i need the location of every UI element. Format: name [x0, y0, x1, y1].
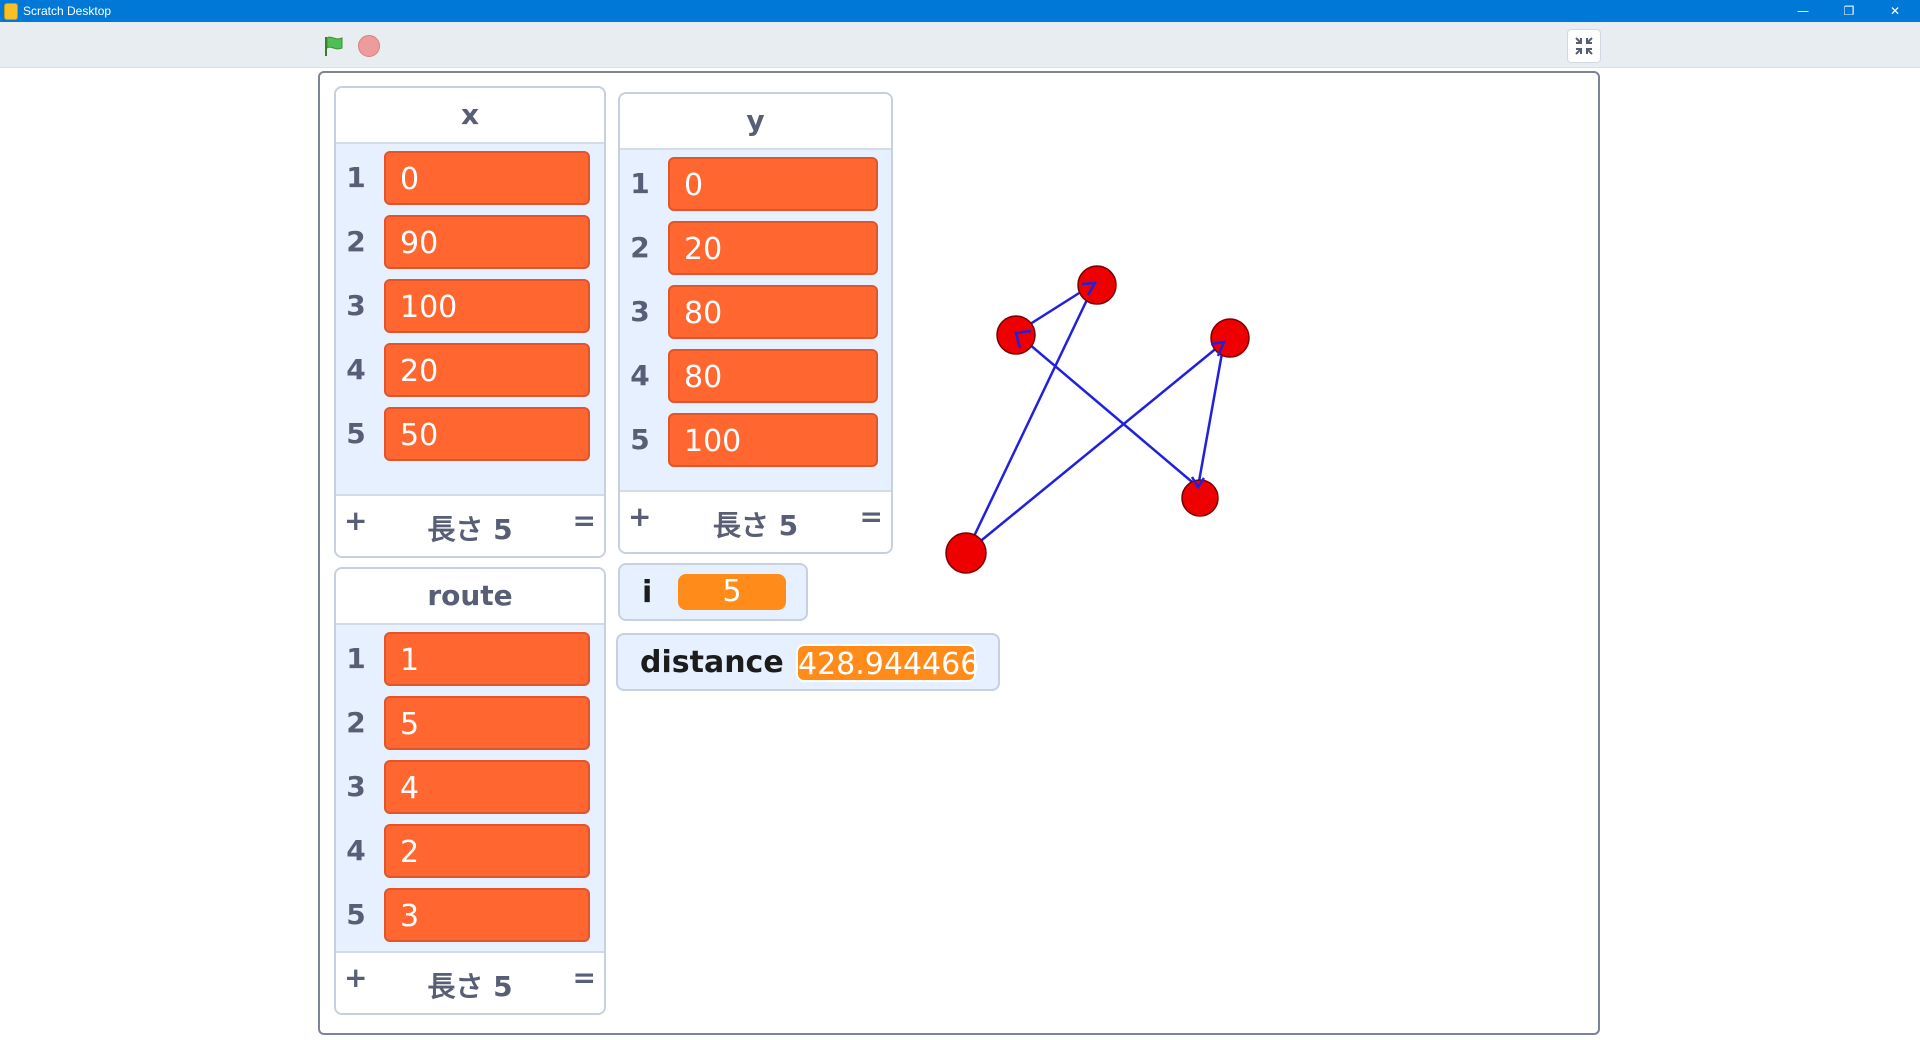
stage[interactable]: x 1 0 2 90 3 100 4 20 5 50 + 長さ 5 = y 1 … — [318, 71, 1600, 1035]
list-item-index: 2 — [630, 231, 650, 264]
list-item-value[interactable]: 80 — [668, 349, 878, 403]
point-5 — [1210, 318, 1250, 358]
list-item-index: 2 — [346, 225, 366, 258]
list-item[interactable]: 5 50 — [336, 404, 604, 468]
resize-handle[interactable]: = — [573, 961, 596, 994]
window-title: Scratch Desktop — [23, 4, 112, 18]
list-item[interactable]: 4 2 — [336, 821, 604, 885]
variable-value: 5 — [678, 574, 786, 610]
list-footer: + 長さ 5 = — [620, 490, 891, 552]
list-item-index: 1 — [630, 167, 650, 200]
list-item-index: 5 — [346, 417, 366, 450]
route-segment-5-4 — [1196, 341, 1226, 488]
list-item-index: 2 — [346, 706, 366, 739]
list-item-index: 1 — [346, 161, 366, 194]
resize-handle[interactable]: = — [860, 500, 883, 533]
list-item-value[interactable]: 90 — [384, 215, 590, 269]
stage-controls-bar — [0, 22, 1920, 68]
list-item-value[interactable]: 20 — [384, 343, 590, 397]
list-item[interactable]: 1 0 — [620, 154, 891, 218]
list-footer: + 長さ 5 = — [336, 951, 604, 1013]
list-item[interactable]: 3 4 — [336, 757, 604, 821]
list-item-value[interactable]: 3 — [384, 888, 590, 942]
list-item-value[interactable]: 0 — [384, 151, 590, 205]
list-item[interactable]: 3 100 — [336, 276, 604, 340]
list-item-index: 3 — [630, 295, 650, 328]
list-item-index: 3 — [346, 289, 366, 322]
list-item[interactable]: 2 5 — [336, 693, 604, 757]
list-monitor-route[interactable]: route 1 1 2 5 3 4 4 2 5 3 + 長さ 5 = — [334, 567, 606, 1015]
list-item-value[interactable]: 4 — [384, 760, 590, 814]
scratch-cat-icon — [4, 3, 18, 20]
list-item[interactable]: 5 3 — [336, 885, 604, 949]
list-title: route — [336, 569, 604, 625]
variable-monitor-i[interactable]: i 5 — [618, 563, 808, 621]
list-item[interactable]: 1 0 — [336, 148, 604, 212]
route-segment-1-5 — [965, 341, 1225, 554]
list-item-value[interactable]: 5 — [384, 696, 590, 750]
list-item[interactable]: 4 20 — [336, 340, 604, 404]
list-item-value[interactable]: 80 — [668, 285, 878, 339]
list-item-value[interactable]: 50 — [384, 407, 590, 461]
stop-sign-icon[interactable] — [358, 35, 380, 57]
list-item-value[interactable]: 0 — [668, 157, 878, 211]
list-item-index: 4 — [346, 353, 366, 386]
restore-icon[interactable]: ❐ — [1826, 0, 1872, 22]
window-titlebar: Scratch Desktop — ❐ ✕ — [0, 0, 1920, 22]
list-length: 長さ 5 — [427, 513, 513, 546]
list-item-value[interactable]: 20 — [668, 221, 878, 275]
list-monitor-x[interactable]: x 1 0 2 90 3 100 4 20 5 50 + 長さ 5 = — [334, 86, 606, 558]
list-items: 1 1 2 5 3 4 4 2 5 3 — [336, 625, 604, 949]
route-segment-4-2 — [1015, 332, 1199, 488]
variable-label: i — [642, 575, 653, 610]
variable-monitor-distance[interactable]: distance 428.944466 — [616, 633, 1000, 691]
list-item-value[interactable]: 100 — [384, 279, 590, 333]
list-item-index: 4 — [346, 834, 366, 867]
minimize-icon[interactable]: — — [1780, 0, 1826, 22]
list-monitor-y[interactable]: y 1 0 2 20 3 80 4 80 5 100 + 長さ 5 = — [618, 92, 893, 554]
list-item[interactable]: 3 80 — [620, 282, 891, 346]
close-icon[interactable]: ✕ — [1872, 0, 1918, 22]
list-item[interactable]: 2 20 — [620, 218, 891, 282]
list-length: 長さ 5 — [712, 509, 799, 542]
list-item-index: 4 — [630, 359, 650, 392]
list-item[interactable]: 5 100 — [620, 410, 891, 474]
resize-handle[interactable]: = — [573, 504, 596, 537]
list-item-value[interactable]: 2 — [384, 824, 590, 878]
list-item[interactable]: 2 90 — [336, 212, 604, 276]
list-item-index: 3 — [346, 770, 366, 803]
list-footer: + 長さ 5 = — [336, 494, 604, 556]
list-item-index: 1 — [346, 642, 366, 675]
exit-fullscreen-icon — [1575, 37, 1593, 55]
list-item[interactable]: 4 80 — [620, 346, 891, 410]
variable-value: 428.944466 — [796, 644, 979, 682]
list-title: y — [620, 94, 891, 150]
exit-fullscreen-button[interactable] — [1567, 29, 1601, 63]
list-items: 1 0 2 90 3 100 4 20 5 50 — [336, 144, 604, 468]
list-item[interactable]: 1 1 — [336, 629, 604, 693]
list-title: x — [336, 88, 604, 144]
list-items: 1 0 2 20 3 80 4 80 5 100 — [620, 150, 891, 474]
list-item-value[interactable]: 100 — [668, 413, 878, 467]
green-flag-icon[interactable] — [322, 34, 346, 58]
variable-label: distance — [640, 645, 784, 680]
list-length: 長さ 5 — [427, 970, 513, 1003]
list-item-value[interactable]: 1 — [384, 632, 590, 686]
list-item-index: 5 — [630, 423, 650, 456]
list-item-index: 5 — [346, 898, 366, 931]
point-1 — [945, 532, 987, 574]
